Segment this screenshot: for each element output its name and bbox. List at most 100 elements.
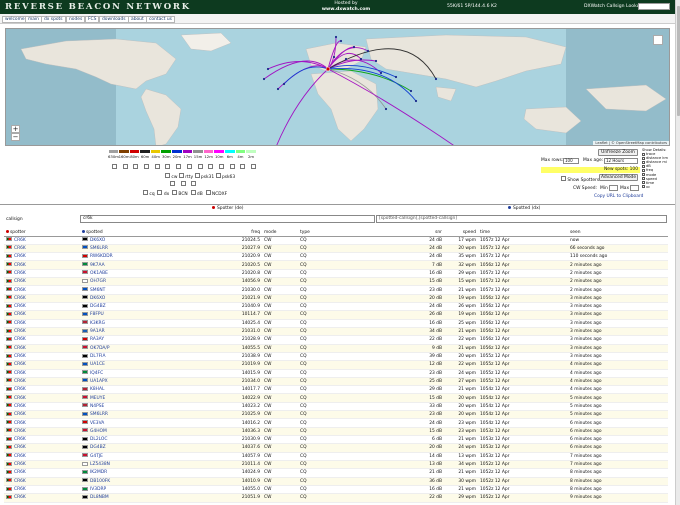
band-15m-checkbox[interactable] — [197, 164, 203, 169]
spotter-callsign-link[interactable]: CR6K — [14, 396, 26, 401]
band-6m-checkbox[interactable] — [229, 164, 235, 169]
cw-min-input[interactable] — [609, 185, 618, 191]
spotter-callsign-link[interactable]: CR6K — [14, 379, 26, 384]
spotted-callsign-link[interactable]: IK2MDR — [90, 470, 107, 475]
mode-rtty-checkbox[interactable] — [178, 173, 184, 178]
spotter-callsign-link[interactable]: CR6K — [14, 263, 26, 268]
table-row[interactable]: CR6K K3KRG 14025.4 CW CQ 16 dB 25 wpm 1056z 12 … — [4, 319, 668, 328]
nav-nodes[interactable]: nodes — [66, 16, 86, 23]
cw-max-input[interactable] — [630, 185, 639, 191]
spotted-callsign-link[interactable]: OH7GR — [90, 279, 106, 284]
table-row[interactable]: CR6K DG4BZ 14037.6 CW CQ 20 dB 24 wpm 1053z 12 … — [4, 443, 668, 453]
mode-psk31-checkbox[interactable] — [194, 173, 200, 178]
col-time[interactable]: time — [478, 229, 568, 237]
col-snr[interactable]: snr — [374, 229, 444, 237]
copy-url-link[interactable]: Copy URL to Clipboard — [594, 194, 643, 199]
type-ncdxf-checkbox[interactable] — [205, 190, 211, 195]
table-row[interactable]: CR6K MEUYE 14022.9 CW CQ 15 dB 20 wpm 1054z 12 … — [4, 393, 668, 403]
spotted-callsign-link[interactable]: IQ4FC — [90, 371, 103, 376]
host-site-link[interactable]: www.dxwatch.com — [322, 7, 370, 12]
detail-checkbox[interactable] — [642, 177, 645, 181]
band-630m-checkbox[interactable] — [112, 164, 117, 169]
spotter-callsign-link[interactable]: CR6K — [14, 304, 26, 309]
table-row[interactable]: CR6K RW6KDDR 21020.9 CW CQ 24 dB 35 wpm 1057z 1… — [4, 252, 668, 262]
type-bcn-checkbox[interactable] — [172, 190, 177, 195]
col-freq[interactable]: freq — [210, 229, 262, 237]
nav-downloads[interactable]: downloads — [99, 16, 129, 23]
band-160m-checkbox[interactable] — [122, 164, 128, 169]
zoom-in-button[interactable]: + — [11, 125, 20, 133]
spotter-callsign-link[interactable]: CR6K — [14, 354, 26, 359]
spotter-callsign-link[interactable]: CR6K — [14, 479, 26, 484]
table-row[interactable]: CR6K RA3AY 21028.9 CW CQ 22 dB 22 wpm 1056z 12 … — [4, 335, 668, 345]
band-2m-checkbox[interactable] — [250, 164, 256, 169]
col-mode[interactable]: mode — [262, 229, 298, 237]
table-row[interactable]: CR6K 9A1AR 21031.0 CW CQ 34 dB 21 wpm 1056z 12 … — [4, 327, 668, 337]
table-row[interactable]: CR6K 9K7AA 21020.5 CW CQ 7 dB 32 wpm 1056z 12 A… — [4, 260, 668, 270]
spotted-callsign-link[interactable]: G4TJE — [90, 454, 103, 459]
spotter-callsign-link[interactable]: CR6K — [14, 346, 26, 351]
table-row[interactable]: CR6K K8HAL 14017.7 CW CQ 29 dB 21 wpm 1054z 12 … — [4, 385, 668, 395]
max-age-select[interactable]: 12 Hours — [604, 158, 638, 164]
spotter-callsign-link[interactable]: CR6K — [14, 454, 26, 459]
page-scrollbar[interactable] — [675, 0, 680, 505]
col-spotted[interactable]: spotted — [80, 229, 210, 237]
advanced-mode-button[interactable]: Advanced Mode — [599, 174, 638, 181]
band-80m-checkbox[interactable] — [133, 164, 139, 169]
detail-checkbox[interactable] — [642, 152, 645, 156]
nav-dx-spots[interactable]: dx spots — [41, 16, 66, 23]
type-dx-checkbox[interactable] — [157, 190, 163, 195]
table-row[interactable]: CR6K F8FPU 10114.7 CW CQ 26 dB 19 wpm 1056z 12 … — [4, 310, 668, 320]
detail-checkbox[interactable] — [642, 173, 645, 177]
unfreeze-zoom-button[interactable]: Unfreeze Zoom — [598, 149, 638, 156]
spotted-callsign-link[interactable]: RA3AY — [90, 337, 104, 342]
table-row[interactable]: CR6K DB100FK 14010.9 CW CQ 36 dB 30 wpm 1052z 1… — [4, 477, 668, 486]
spotted-callsign-input[interactable]: [spotted-callsign],[spotted-callsign] — [376, 215, 667, 223]
table-row[interactable]: CR6K OH7GR 14056.9 CW CQ 15 dB 15 wpm 1057z 12 … — [4, 277, 668, 287]
type-db-checkbox[interactable] — [190, 190, 196, 195]
spotted-callsign-link[interactable]: SM6LRR — [90, 412, 108, 417]
detail-checkbox[interactable] — [642, 181, 645, 185]
table-row[interactable]: CR6K DK6XO 21024.5 CW CQ 24 dB 17 wpm 1057z 12 … — [4, 236, 668, 245]
col-seen[interactable]: seen — [568, 229, 668, 237]
mode-checkbox[interactable] — [180, 181, 186, 186]
type-cq-checkbox[interactable] — [143, 190, 148, 195]
spotter-callsign-link[interactable]: CR6K — [14, 404, 26, 409]
spotted-callsign-link[interactable]: OK7DA/P — [90, 346, 110, 351]
spotter-callsign-link[interactable]: CR6K — [14, 371, 26, 376]
nav-fcs[interactable]: FCS — [85, 16, 100, 23]
band-40m-checkbox[interactable] — [154, 164, 160, 169]
table-row[interactable]: CR6K IK2MDR 14024.9 CW CQ 21 dB 21 wpm 1052z 12… — [4, 468, 668, 478]
spotter-callsign-link[interactable]: CR6K — [14, 279, 26, 284]
show-spotters-checkbox[interactable] — [561, 176, 566, 181]
spotted-callsign-link[interactable]: N4PSE — [90, 404, 104, 409]
band-60m-checkbox[interactable] — [144, 164, 150, 169]
table-row[interactable]: CR6K G4TJE 14057.9 CW CQ 14 dB 13 wpm 1053z 12 … — [4, 452, 668, 461]
spotter-callsign-link[interactable]: CR6K — [14, 238, 26, 243]
spotted-callsign-link[interactable]: K8HAL — [90, 387, 104, 392]
band-20m-checkbox[interactable] — [176, 164, 182, 169]
spotter-callsign-link[interactable]: CR6K — [14, 246, 26, 251]
band-10m-checkbox[interactable] — [218, 164, 224, 169]
mode-cw-checkbox[interactable] — [165, 173, 170, 178]
table-row[interactable]: CR6K DL8NBM 21051.9 CW CQ 22 dB 29 wpm 1052z 12… — [4, 493, 668, 503]
spotted-callsign-link[interactable]: RW6KDDR — [90, 254, 113, 259]
spotted-callsign-link[interactable]: OK1ABE — [90, 271, 108, 276]
spotted-callsign-link[interactable]: K3KRG — [90, 321, 105, 326]
col-speed[interactable]: speed — [444, 229, 478, 237]
detail-checkbox[interactable] — [642, 156, 645, 160]
nav-about[interactable]: about — [128, 16, 147, 23]
spotted-callsign-link[interactable]: 9K7AA — [90, 263, 105, 268]
spotted-callsign-link[interactable]: DL2LOC — [90, 437, 107, 442]
spotted-callsign-link[interactable]: G4HOM — [90, 429, 107, 434]
detail-checkbox[interactable] — [642, 160, 645, 164]
table-row[interactable]: CR6K LZ5438N 21011.4 CW CQ 13 dB 34 wpm 1052z 1… — [4, 460, 668, 470]
spotter-callsign-link[interactable]: CR6K — [14, 271, 26, 276]
spotted-callsign-link[interactable]: UA1APX — [90, 379, 108, 384]
table-row[interactable]: CR6K DL2LOC 21030.9 CW CQ 6 dB 21 wpm 1053z 12 … — [4, 435, 668, 445]
map-attribution[interactable]: Leaflet | © OpenStreetMap contributors — [593, 141, 669, 145]
spotted-callsign-link[interactable]: DK6XO — [90, 238, 105, 243]
spotter-callsign-link[interactable]: CR6K — [14, 487, 26, 492]
site-logo[interactable]: REVERSE BEACON NETWORK — [5, 2, 191, 12]
table-row[interactable]: CR6K N4PSE 14023.2 CW CQ 33 dB 20 wpm 1054z 12 … — [4, 402, 668, 412]
